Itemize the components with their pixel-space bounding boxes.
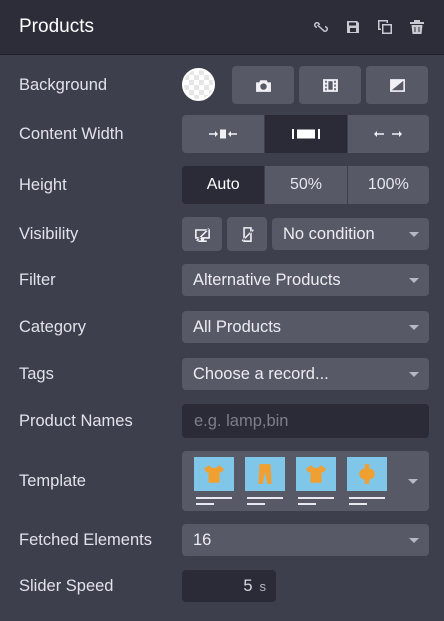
- visibility-condition-select[interactable]: No condition: [272, 218, 429, 250]
- background-row: Background: [0, 66, 444, 104]
- filter-value: Alternative Products: [193, 270, 341, 289]
- tags-row: Tags Choose a record...: [0, 358, 444, 390]
- template-label: Template: [19, 471, 86, 490]
- template-select[interactable]: [182, 451, 429, 511]
- template-card: [245, 457, 285, 505]
- narrow-width-icon[interactable]: [182, 115, 265, 153]
- tshirt-icon: [306, 465, 326, 483]
- fetched-elements-value: 16: [193, 530, 212, 549]
- slider-speed-value: 5: [243, 576, 253, 595]
- slider-speed-row: Slider Speed 5 s: [0, 570, 444, 602]
- product-names-label: Product Names: [19, 411, 133, 430]
- slider-speed-unit: s: [259, 578, 267, 594]
- tshirt-icon: [204, 465, 224, 483]
- height-option-auto[interactable]: Auto: [182, 166, 265, 204]
- trash-icon[interactable]: [408, 18, 426, 36]
- link-icon[interactable]: [312, 18, 330, 36]
- tags-select[interactable]: Choose a record...: [182, 358, 429, 390]
- fetched-elements-row: Fetched Elements 16: [0, 524, 444, 556]
- content-width-options: [182, 115, 429, 153]
- category-row: Category All Products: [0, 311, 444, 343]
- gradient-icon[interactable]: [366, 66, 428, 104]
- filter-select[interactable]: Alternative Products: [182, 264, 429, 296]
- film-icon[interactable]: [299, 66, 361, 104]
- chevron-down-icon: [408, 478, 418, 484]
- header-actions: [312, 18, 426, 36]
- visibility-condition-value: No condition: [283, 224, 375, 243]
- filter-row: Filter Alternative Products: [0, 264, 444, 296]
- template-row: Template: [0, 451, 444, 511]
- background-label: Background: [19, 75, 108, 94]
- chevron-down-icon: [409, 231, 419, 237]
- visibility-label: Visibility: [19, 224, 79, 243]
- height-option-50[interactable]: 50%: [264, 166, 347, 204]
- height-option-100[interactable]: 100%: [346, 166, 429, 204]
- category-select[interactable]: All Products: [182, 311, 429, 343]
- content-width-row: Content Width: [0, 115, 444, 153]
- snippet-options-panel: Products Background Content Width Height…: [0, 0, 444, 621]
- camera-icon[interactable]: [232, 66, 294, 104]
- slider-speed-input[interactable]: 5 s: [182, 570, 276, 602]
- chevron-down-icon: [409, 324, 419, 330]
- height-label: Height: [19, 175, 67, 194]
- fetched-elements-select[interactable]: 16: [182, 524, 429, 556]
- template-preview: [194, 457, 408, 505]
- floppy-disk-icon[interactable]: [344, 18, 362, 36]
- visibility-row: Visibility No condition: [0, 217, 444, 251]
- tags-value: Choose a record...: [193, 364, 329, 383]
- tags-label: Tags: [19, 364, 54, 383]
- chevron-down-icon: [409, 371, 419, 377]
- template-card: [194, 457, 234, 505]
- background-options: [232, 66, 428, 104]
- background-color-swatch[interactable]: [182, 68, 215, 101]
- panel-title: Products: [19, 16, 94, 37]
- content-width-label: Content Width: [19, 124, 124, 143]
- filter-label: Filter: [19, 270, 56, 289]
- chevron-down-icon: [409, 277, 419, 283]
- fetched-elements-label: Fetched Elements: [19, 530, 152, 549]
- hide-on-desktop-icon[interactable]: [182, 217, 222, 251]
- height-row: Height Auto 50% 100%: [0, 166, 444, 204]
- duplicate-icon[interactable]: [376, 18, 394, 36]
- hide-on-mobile-icon[interactable]: [227, 217, 267, 251]
- product-names-row: Product Names: [0, 404, 444, 438]
- regular-width-icon[interactable]: [264, 115, 347, 153]
- category-label: Category: [19, 317, 86, 336]
- slider-speed-label: Slider Speed: [19, 576, 114, 595]
- template-card: [347, 457, 387, 505]
- category-value: All Products: [193, 317, 282, 336]
- height-options: Auto 50% 100%: [182, 166, 429, 204]
- template-card: [296, 457, 336, 505]
- chevron-down-icon: [409, 537, 419, 543]
- panel-header: Products: [0, 0, 444, 55]
- watch-icon: [359, 464, 375, 484]
- full-width-icon[interactable]: [346, 115, 429, 153]
- product-names-input[interactable]: [182, 404, 429, 438]
- trousers-icon: [258, 464, 272, 484]
